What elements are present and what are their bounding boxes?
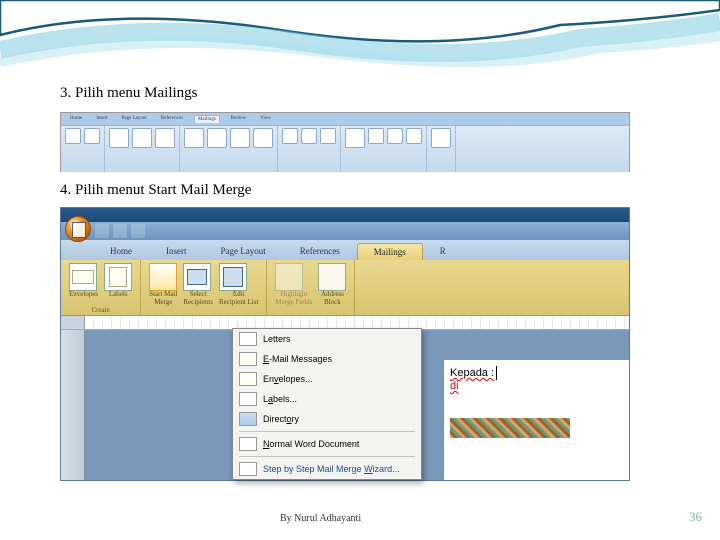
labels-icon[interactable] — [104, 263, 132, 291]
decorative-pattern — [450, 418, 570, 438]
tab-references[interactable]: References — [283, 242, 357, 260]
tab-home[interactable]: Home — [93, 242, 149, 260]
tab-mailings[interactable]: Mailings — [357, 243, 423, 260]
word-ribbon-large: Home Insert Page Layout References Maili… — [60, 207, 630, 481]
dd-email[interactable]: E-Mail Messages — [233, 349, 421, 369]
document-area: Letters E-Mail Messages Envelopes... Lab… — [61, 330, 629, 480]
group-write-insert: Highlight Merge Fields Address Block — [267, 260, 355, 315]
quick-access-toolbar — [61, 222, 629, 240]
start-mail-merge-dropdown: Letters E-Mail Messages Envelopes... Lab… — [232, 328, 422, 480]
dd-envelopes[interactable]: Envelopes... — [233, 369, 421, 389]
footer-page-number: 36 — [689, 509, 702, 525]
group-start-mail-merge: Start Mail Merge Select Recipients Edit … — [141, 260, 267, 315]
step-1-text: 3. Pilih menu Mailings — [60, 85, 660, 102]
select-recipients-button[interactable] — [183, 263, 211, 291]
word-ribbon-small: HomeInsertPage LayoutReferencesMailingsR… — [60, 112, 630, 172]
edit-recipient-list-button[interactable] — [219, 263, 247, 291]
footer-author: By Nurul Adhayanti — [280, 513, 361, 524]
office-button-icon[interactable] — [65, 216, 91, 242]
ribbon1-tabs: HomeInsertPage LayoutReferencesMailingsR… — [61, 113, 629, 126]
dd-directory[interactable]: Directory — [233, 409, 421, 429]
redo-icon[interactable] — [131, 224, 145, 238]
highlight-merge-fields-button[interactable] — [275, 263, 303, 291]
dd-normal[interactable]: Normal Word Document — [233, 434, 421, 454]
ribbon-tabs: Home Insert Page Layout References Maili… — [61, 240, 629, 260]
titlebar — [61, 208, 629, 222]
save-icon[interactable] — [95, 224, 109, 238]
start-mail-merge-button[interactable] — [149, 263, 177, 291]
document-page: Kepada : di — [444, 360, 629, 480]
undo-icon[interactable] — [113, 224, 127, 238]
dd-wizard[interactable]: Step by Step Mail Merge Wizard... — [233, 459, 421, 479]
step-2-text: 4. Pilih menut Start Mail Merge — [60, 182, 660, 199]
address-block-button[interactable] — [318, 263, 346, 291]
dd-letters[interactable]: Letters — [233, 329, 421, 349]
doc-text-kepada: Kepada : — [450, 367, 494, 379]
dd-labels[interactable]: Labels... — [233, 389, 421, 409]
tab-page-layout[interactable]: Page Layout — [204, 242, 283, 260]
doc-text-di: di — [450, 380, 459, 392]
tab-partial[interactable]: R — [423, 242, 463, 260]
group-create: Envelopes Labels Create — [61, 260, 141, 315]
envelopes-icon[interactable] — [69, 263, 97, 291]
tab-insert[interactable]: Insert — [149, 242, 204, 260]
